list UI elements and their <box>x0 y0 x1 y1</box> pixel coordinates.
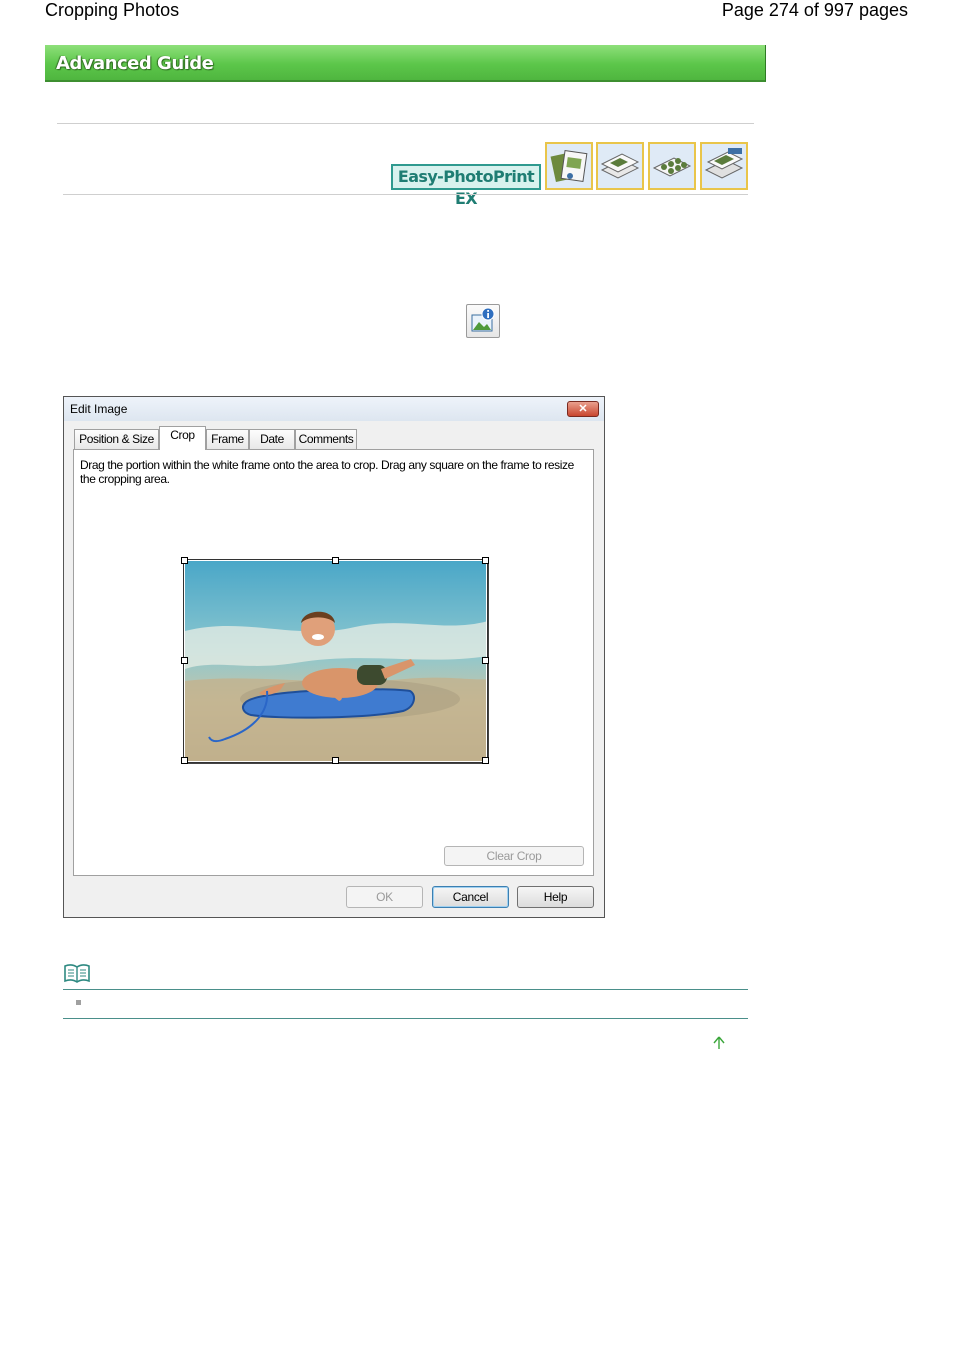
crop-handle-right[interactable] <box>482 657 489 664</box>
arrow-up-icon[interactable] <box>712 1035 726 1054</box>
divider <box>63 194 748 195</box>
crop-handle-top-left[interactable] <box>181 557 188 564</box>
banner-label: Advanced Guide <box>56 53 214 74</box>
note-book-icon <box>63 963 91 988</box>
layout-print-icon <box>596 142 644 190</box>
tab-position-size[interactable]: Position & Size <box>74 429 159 449</box>
stickers-icon <box>648 142 696 190</box>
ok-button[interactable]: OK <box>346 886 423 908</box>
advanced-guide-banner: Advanced Guide <box>45 45 766 82</box>
tab-crop[interactable]: Crop <box>159 426 206 450</box>
calendar-icon <box>700 142 748 190</box>
crop-handle-bottom[interactable] <box>332 757 339 764</box>
crop-frame[interactable] <box>183 559 488 763</box>
crop-handle-left[interactable] <box>181 657 188 664</box>
crop-handle-top[interactable] <box>332 557 339 564</box>
crop-instructions: Drag the portion within the white frame … <box>80 458 574 486</box>
image-info-icon <box>471 307 495 332</box>
image-info-button[interactable] <box>466 304 500 338</box>
page-title: Cropping Photos <box>45 0 180 20</box>
product-badge: Easy-PhotoPrint EX <box>391 164 541 208</box>
dialog-titlebar[interactable]: Edit Image ✕ <box>64 397 604 421</box>
close-icon: ✕ <box>578 403 588 415</box>
crop-handle-bottom-right[interactable] <box>482 757 489 764</box>
divider <box>57 123 754 124</box>
tab-frame[interactable]: Frame <box>206 429 249 449</box>
crop-handle-top-right[interactable] <box>482 557 489 564</box>
crop-handle-bottom-left[interactable] <box>181 757 188 764</box>
album-icon <box>545 142 593 190</box>
edit-image-dialog: Edit Image ✕ Position & Size Crop Frame … <box>63 396 605 918</box>
clear-crop-button[interactable]: Clear Crop <box>444 846 584 866</box>
note-bullet <box>76 1000 81 1005</box>
note-divider <box>63 989 748 990</box>
help-button[interactable]: Help <box>517 886 594 908</box>
tab-comments[interactable]: Comments <box>295 429 357 449</box>
dialog-title: Edit Image <box>70 402 128 416</box>
note-divider <box>63 1018 748 1019</box>
cancel-button[interactable]: Cancel <box>432 886 509 908</box>
page-indicator: Page 274 of 997 pages <box>721 0 908 20</box>
tab-date[interactable]: Date <box>249 429 295 449</box>
close-button[interactable]: ✕ <box>567 401 599 417</box>
crop-tab-panel: Drag the portion within the white frame … <box>73 449 594 876</box>
